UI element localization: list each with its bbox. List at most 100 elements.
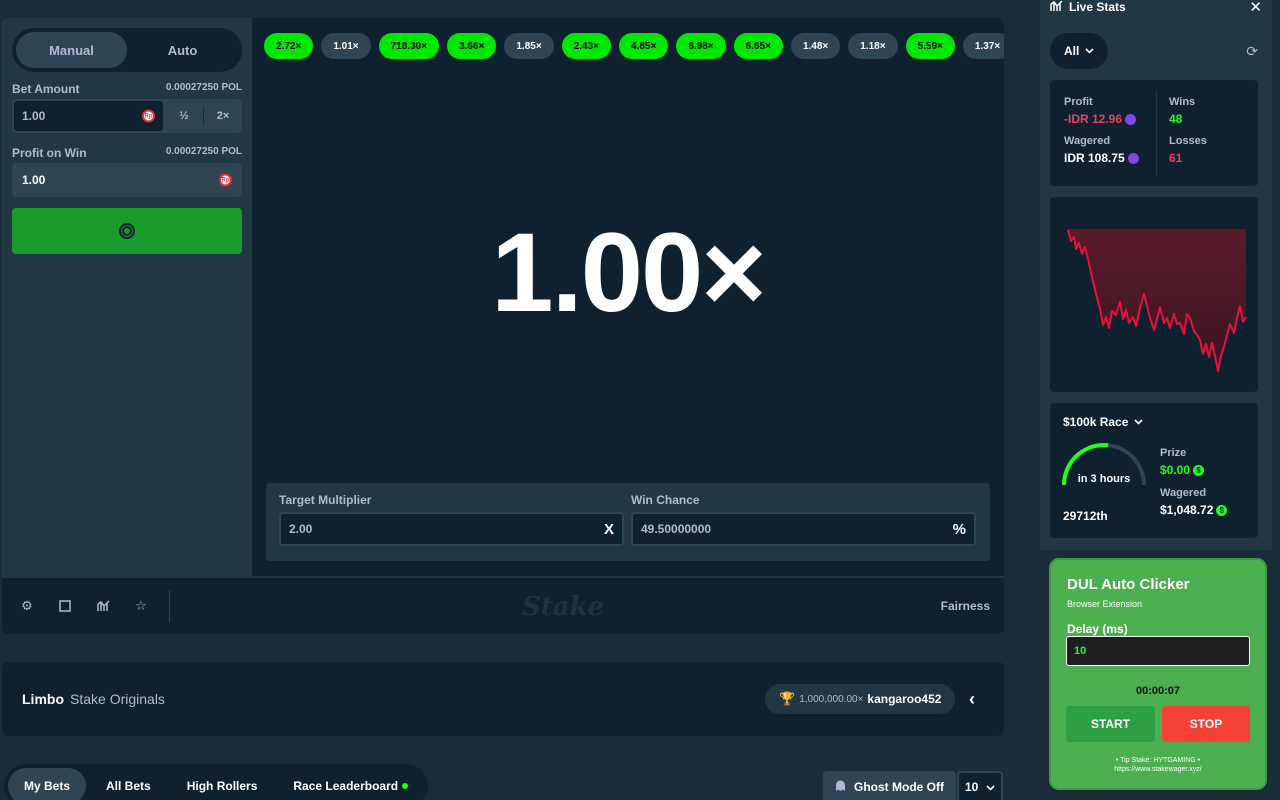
refresh-icon[interactable]: ⟳ bbox=[1246, 43, 1258, 60]
dollar-coin-icon: $ bbox=[1216, 504, 1228, 516]
profit-wagered-col: Profit -IDR 12.96 Wagered IDR 108.75 bbox=[1064, 96, 1139, 186]
history-chip[interactable]: 5.59× bbox=[905, 33, 955, 59]
race-title: $100k Race bbox=[1063, 415, 1129, 429]
history-chip[interactable]: 2.43× bbox=[561, 33, 611, 59]
race-leaderboard-label: Race Leaderboard bbox=[293, 779, 399, 793]
win-chance-label: Win Chance bbox=[631, 493, 700, 507]
bet-amount-label: Bet Amount bbox=[12, 82, 80, 96]
live-stats-title: Live Stats bbox=[1069, 0, 1126, 14]
race-wagered-label: Wagered bbox=[1160, 487, 1207, 499]
half-bet-button[interactable]: ½ bbox=[165, 99, 203, 133]
percent-icon: % bbox=[952, 520, 966, 538]
target-icon bbox=[119, 223, 135, 239]
history-chip[interactable]: 4.85× bbox=[619, 33, 669, 59]
tab-manual[interactable]: Manual bbox=[16, 32, 127, 68]
wins-value: 48 bbox=[1169, 112, 1183, 126]
fairness-link[interactable]: Fairness bbox=[941, 578, 990, 634]
tab-all-bets[interactable]: All Bets bbox=[90, 768, 167, 800]
tab-auto[interactable]: Auto bbox=[127, 32, 238, 68]
top-win-user: kangaroo452 bbox=[867, 692, 942, 706]
history-chip[interactable]: 6.65× bbox=[733, 33, 783, 59]
start-button[interactable]: START bbox=[1066, 706, 1155, 742]
target-multiplier-label: Target Multiplier bbox=[279, 493, 372, 507]
divider bbox=[169, 590, 170, 622]
theatre-mode-icon[interactable] bbox=[58, 599, 72, 613]
history-chip[interactable]: 1.48× bbox=[790, 33, 841, 59]
race-selector[interactable]: $100k Race bbox=[1063, 415, 1143, 429]
mode-switch: Manual Auto bbox=[12, 28, 242, 72]
rupiah-coin-icon: Rp bbox=[142, 109, 155, 123]
chevron-left-icon[interactable]: ‹ bbox=[960, 684, 984, 714]
history-chip[interactable]: 1.01× bbox=[321, 33, 371, 59]
tip-link[interactable]: https://www.stakewager.xyz/ bbox=[1051, 765, 1265, 774]
trophy-icon: 🏆 bbox=[779, 691, 796, 706]
bet-amount-input[interactable]: 1.00 Rp bbox=[14, 101, 163, 131]
chevron-down-icon bbox=[986, 780, 995, 794]
target-multiplier-field: Target Multiplier 2.00 X bbox=[279, 493, 624, 546]
double-bet-button[interactable]: 2× bbox=[204, 99, 242, 133]
bet-control-panel: Manual Auto Bet Amount 0.00027250 POL 1.… bbox=[2, 18, 252, 576]
bet-button[interactable] bbox=[12, 208, 242, 254]
race-rank: 29712th bbox=[1063, 509, 1108, 523]
stop-button[interactable]: STOP bbox=[1162, 706, 1250, 742]
profit-on-win-input[interactable]: 1.00 Rp bbox=[14, 165, 240, 195]
race-time-left: in 3 hours bbox=[1077, 473, 1131, 485]
race-stats: Prize $0.00 $ Wagered $1,048.72 $ bbox=[1160, 447, 1228, 527]
win-chance-value: 49.50000000 bbox=[641, 522, 712, 536]
auto-clicker-title: DUL Auto Clicker bbox=[1067, 576, 1190, 593]
history-chip[interactable]: 1.37× bbox=[962, 33, 1004, 59]
close-icon[interactable]: ✕ bbox=[1249, 0, 1262, 16]
top-win-multiplier: 1,000,000.00× bbox=[799, 693, 864, 705]
history-chip[interactable]: 1.85× bbox=[504, 33, 554, 59]
polygon-coin-icon bbox=[1125, 113, 1137, 125]
live-stats-panel: Live Stats ✕ All ⟳ Profit -IDR 12.96 Wag… bbox=[1040, 0, 1272, 550]
auto-clicker-timer: 00:00:07 bbox=[1135, 685, 1181, 697]
auto-clicker-subtitle: Browser Extension bbox=[1067, 599, 1143, 609]
bet-amount-crypto: 0.00027250 POL bbox=[165, 82, 242, 93]
rupiah-coin-icon: Rp bbox=[219, 173, 232, 187]
tab-high-rollers[interactable]: High Rollers bbox=[171, 768, 274, 800]
history-chip[interactable]: 2.72× bbox=[264, 33, 314, 59]
profit-on-win-crypto: 0.00027250 POL bbox=[165, 146, 242, 157]
game-info-bar: Limbo Stake Originals 🏆 1,000,000.00× ka… bbox=[2, 662, 1004, 736]
live-stats-icon bbox=[1050, 0, 1063, 15]
gear-icon[interactable]: ⚙ bbox=[20, 598, 34, 613]
bet-count-value: 10 bbox=[965, 780, 979, 794]
stats-card: Profit -IDR 12.96 Wagered IDR 108.75 Win… bbox=[1050, 80, 1258, 186]
live-stats-icon[interactable] bbox=[96, 599, 110, 613]
delay-input[interactable]: 10 bbox=[1066, 636, 1250, 666]
stake-logo: Stake bbox=[522, 592, 605, 622]
game-name: Limbo bbox=[22, 691, 64, 707]
wagered-amount: IDR 108.75 bbox=[1064, 151, 1125, 165]
target-multiplier-input[interactable]: 2.00 X bbox=[279, 512, 624, 546]
profit-chart-card bbox=[1050, 197, 1258, 392]
history-chip[interactable]: 3.66× bbox=[447, 33, 497, 59]
prize-label: Prize bbox=[1160, 447, 1187, 459]
game-provider[interactable]: Stake Originals bbox=[70, 691, 165, 707]
tab-race-leaderboard[interactable]: Race Leaderboard bbox=[277, 768, 424, 800]
target-multiplier-value: 2.00 bbox=[289, 522, 313, 536]
result-history: 2.72× 1.01× 718.30× 3.66× 1.85× 2.43× 4.85× 6.9… bbox=[264, 33, 1004, 59]
multiplier-x-icon: X bbox=[603, 520, 614, 538]
history-chip[interactable]: 6.98× bbox=[676, 33, 726, 59]
game-canvas: 2.72× 1.01× 718.30× 3.66× 1.85× 2.43× 4.85× 6.9… bbox=[252, 18, 1004, 576]
prize-value: $0.00 $ bbox=[1160, 463, 1227, 477]
ghost-mode-button[interactable]: Ghost Mode Off bbox=[823, 771, 956, 800]
history-chip[interactable]: 718.30× bbox=[378, 33, 440, 59]
profit-label: Profit bbox=[1064, 96, 1093, 108]
wagered-value: IDR 108.75 bbox=[1064, 151, 1139, 165]
bet-count-select[interactable]: 10 bbox=[957, 771, 1003, 800]
win-chance-input[interactable]: 49.50000000 % bbox=[631, 512, 976, 546]
star-icon[interactable]: ☆ bbox=[134, 598, 148, 613]
top-win-badge[interactable]: 🏆 1,000,000.00× kangaroo452 bbox=[765, 684, 956, 714]
divider bbox=[1156, 90, 1157, 176]
dollar-coin-icon: $ bbox=[1193, 464, 1205, 476]
win-chance-field: Win Chance 49.50000000 % bbox=[631, 493, 976, 546]
live-stats-header: Live Stats ✕ bbox=[1050, 0, 1262, 16]
tab-my-bets[interactable]: My Bets bbox=[8, 768, 87, 800]
race-wagered-value: $1,048.72 $ bbox=[1160, 503, 1228, 517]
stats-filter-select[interactable]: All bbox=[1050, 33, 1109, 69]
losses-label: Losses bbox=[1169, 135, 1207, 147]
history-chip[interactable]: 1.18× bbox=[848, 33, 898, 59]
chart-loss-area bbox=[1068, 230, 1246, 371]
